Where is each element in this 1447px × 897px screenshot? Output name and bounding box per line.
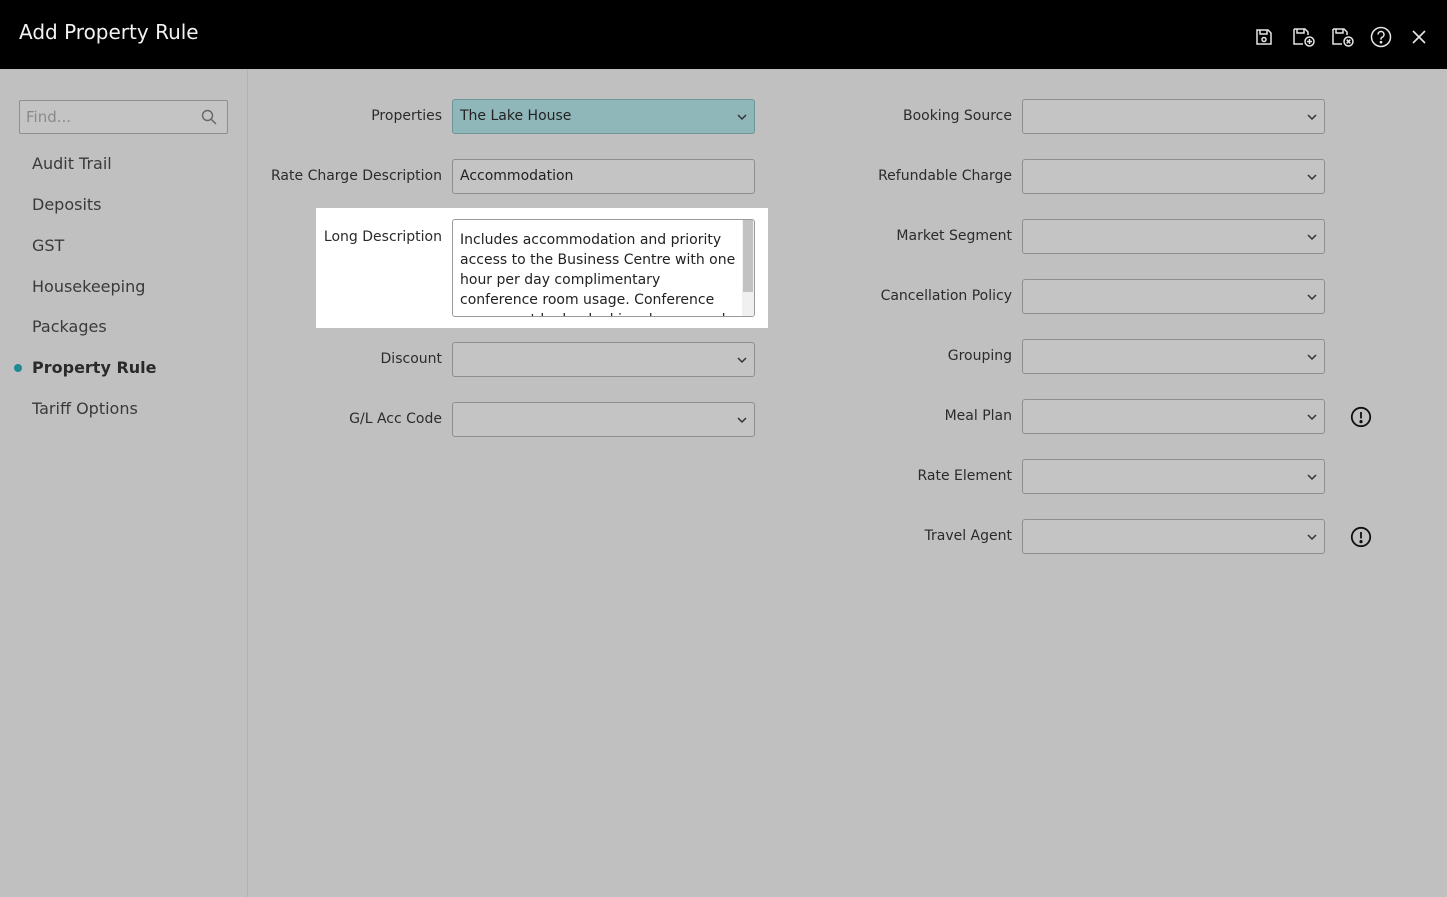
properties-value: The Lake House xyxy=(460,108,572,124)
travel-agent-info-icon[interactable] xyxy=(1350,526,1372,548)
travel-agent-label: Travel Agent xyxy=(924,528,1012,544)
rate-charge-description-input[interactable]: Accommodation xyxy=(452,159,755,194)
chevron-down-icon xyxy=(1306,531,1318,547)
grouping-label: Grouping xyxy=(947,348,1012,364)
chevron-down-icon xyxy=(1306,231,1318,247)
rate-element-select[interactable] xyxy=(1022,459,1325,494)
discount-label: Discount xyxy=(380,351,442,367)
sidebar-item-gst[interactable]: GST xyxy=(32,236,64,255)
scrollbar[interactable] xyxy=(742,220,754,316)
rate-element-label: Rate Element xyxy=(917,468,1012,484)
save-icon[interactable] xyxy=(1252,25,1276,49)
sidebar-item-deposits[interactable]: Deposits xyxy=(32,195,102,214)
meal-plan-select[interactable] xyxy=(1022,399,1325,434)
save-close-icon[interactable] xyxy=(1331,25,1355,49)
sidebar-item-audit-trail[interactable]: Audit Trail xyxy=(32,154,112,173)
properties-select[interactable]: The Lake House xyxy=(452,99,755,134)
search-icon[interactable] xyxy=(201,109,217,129)
long-description-highlight: Long Description Includes accommodation … xyxy=(316,208,768,328)
save-copy-icon[interactable] xyxy=(1292,25,1316,49)
active-indicator-dot xyxy=(14,364,22,372)
chevron-down-icon xyxy=(1306,411,1318,427)
window-title: Add Property Rule xyxy=(19,20,199,44)
sidebar-item-housekeeping[interactable]: Housekeeping xyxy=(32,277,145,296)
refundable-charge-select[interactable] xyxy=(1022,159,1325,194)
chevron-down-icon xyxy=(736,414,748,430)
cancellation-policy-label: Cancellation Policy xyxy=(880,288,1012,304)
chevron-down-icon xyxy=(1306,351,1318,367)
gl-acc-code-label: G/L Acc Code xyxy=(349,411,442,427)
sidebar-item-tariff-options[interactable]: Tariff Options xyxy=(32,399,138,418)
properties-label: Properties xyxy=(371,108,442,124)
chevron-down-icon xyxy=(736,111,748,127)
chevron-down-icon xyxy=(1306,471,1318,487)
chevron-down-icon xyxy=(736,354,748,370)
cancellation-policy-select[interactable] xyxy=(1022,279,1325,314)
meal-plan-label: Meal Plan xyxy=(944,408,1012,424)
discount-select[interactable] xyxy=(452,342,755,377)
meal-plan-info-icon[interactable] xyxy=(1350,406,1372,428)
chevron-down-icon xyxy=(1306,291,1318,307)
title-bar: Add Property Rule xyxy=(0,0,1447,69)
search-box[interactable] xyxy=(19,100,228,134)
booking-source-label: Booking Source xyxy=(902,108,1012,124)
rate-charge-description-value: Accommodation xyxy=(460,168,574,184)
long-description-label: Long Description xyxy=(323,229,442,245)
market-segment-select[interactable] xyxy=(1022,219,1325,254)
gl-acc-code-select[interactable] xyxy=(452,402,755,437)
grouping-select[interactable] xyxy=(1022,339,1325,374)
sidebar-item-packages[interactable]: Packages xyxy=(32,317,107,336)
travel-agent-select[interactable] xyxy=(1022,519,1325,554)
refundable-charge-label: Refundable Charge xyxy=(878,168,1012,184)
chevron-down-icon xyxy=(1306,111,1318,127)
long-description-value: Includes accommodation and priority acce… xyxy=(460,232,736,316)
long-description-textarea[interactable]: Includes accommodation and priority acce… xyxy=(452,219,755,317)
market-segment-label: Market Segment xyxy=(896,228,1012,244)
booking-source-select[interactable] xyxy=(1022,99,1325,134)
scrollbar-thumb[interactable] xyxy=(743,220,753,292)
sidebar-item-property-rule[interactable]: Property Rule xyxy=(32,358,157,377)
close-icon[interactable] xyxy=(1407,25,1431,49)
chevron-down-icon xyxy=(1306,171,1318,187)
sidebar: Audit Trail Deposits GST Housekeeping Pa… xyxy=(0,69,248,897)
search-input[interactable] xyxy=(20,101,190,133)
rate-charge-description-label: Rate Charge Description xyxy=(271,168,442,184)
help-icon[interactable] xyxy=(1369,25,1393,49)
